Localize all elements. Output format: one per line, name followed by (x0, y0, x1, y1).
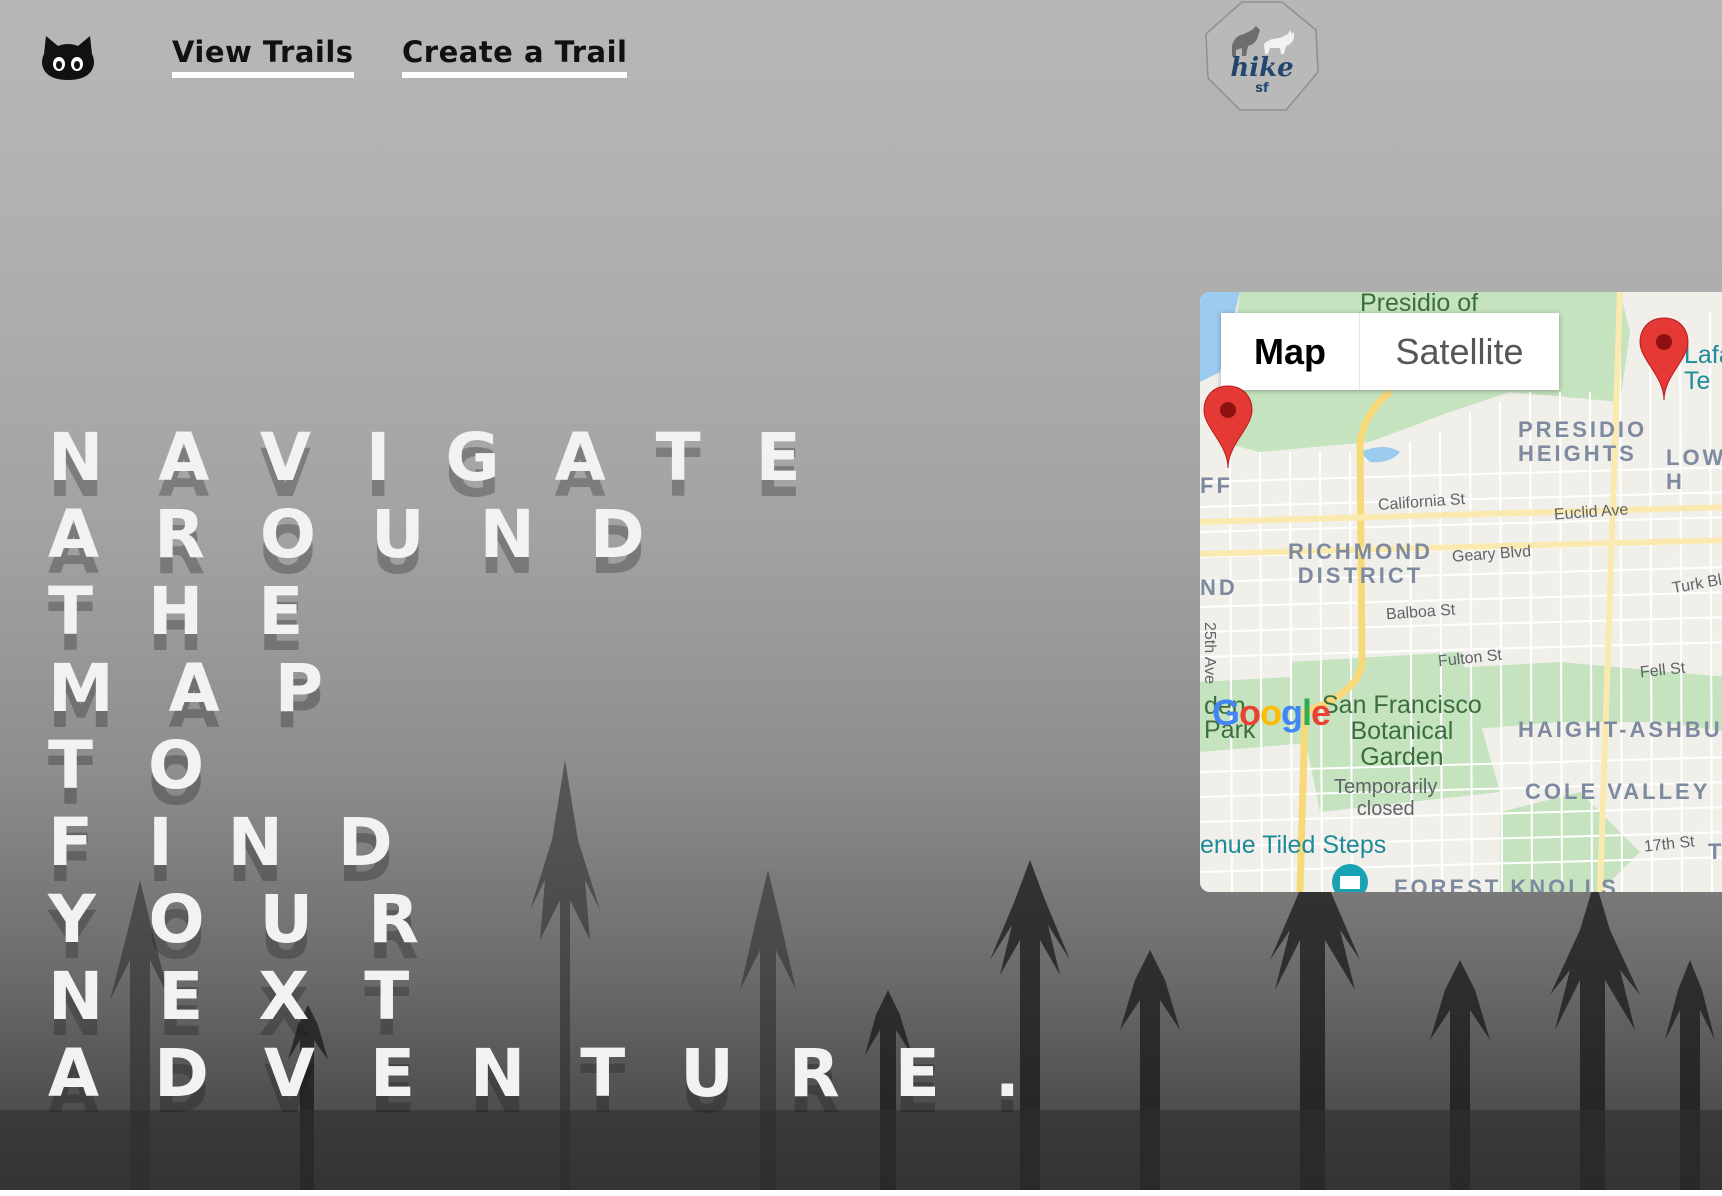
google-logo: Google (1212, 692, 1331, 733)
map-label: Temporarily closed (1334, 776, 1438, 820)
map-label: Presidio of (1360, 292, 1479, 317)
nav-link-create-trail[interactable]: Create a Trail (402, 36, 628, 78)
map-label: enue Tiled Steps (1200, 831, 1387, 859)
map-label: ND (1200, 575, 1238, 600)
map-label: LOW H (1666, 445, 1722, 494)
map-label: 25th Ave (1201, 622, 1218, 684)
map-label: PRESIDIO HEIGHTS (1518, 417, 1648, 466)
map-label: COLE VALLEY (1525, 779, 1711, 804)
github-octocat-icon[interactable] (40, 34, 96, 86)
map-label: FOREST KNOLLS (1394, 875, 1619, 893)
nav-link-view-trails[interactable]: View Trails (172, 36, 354, 78)
map-label: HAIGHT-ASHBU (1518, 717, 1722, 742)
hero-background: View Trails Create a Trail hike sf NAVIG… (0, 0, 1722, 1190)
logo-text-hike: hike (1230, 53, 1293, 83)
hike-sf-logo[interactable]: hike sf (1204, 0, 1320, 118)
map-label: T (1708, 839, 1722, 864)
map-type-control: Map Satellite (1221, 313, 1559, 390)
map-view-button[interactable]: Map (1221, 313, 1360, 390)
map-pin-icon[interactable] (1636, 316, 1692, 406)
map-pin-icon[interactable] (1200, 384, 1256, 474)
top-nav: View Trails Create a Trail hike sf (0, 0, 1722, 120)
trail-map[interactable]: Map Satellite Presidio of PRESIDIO HEIGH… (1200, 292, 1722, 892)
map-label: FF (1200, 473, 1233, 498)
logo-text-sf: sf (1255, 81, 1269, 96)
map-label: RICHMOND DISTRICT (1288, 539, 1433, 588)
map-label: San Francisco Botanical Garden (1322, 691, 1482, 771)
satellite-view-button[interactable]: Satellite (1360, 313, 1559, 390)
